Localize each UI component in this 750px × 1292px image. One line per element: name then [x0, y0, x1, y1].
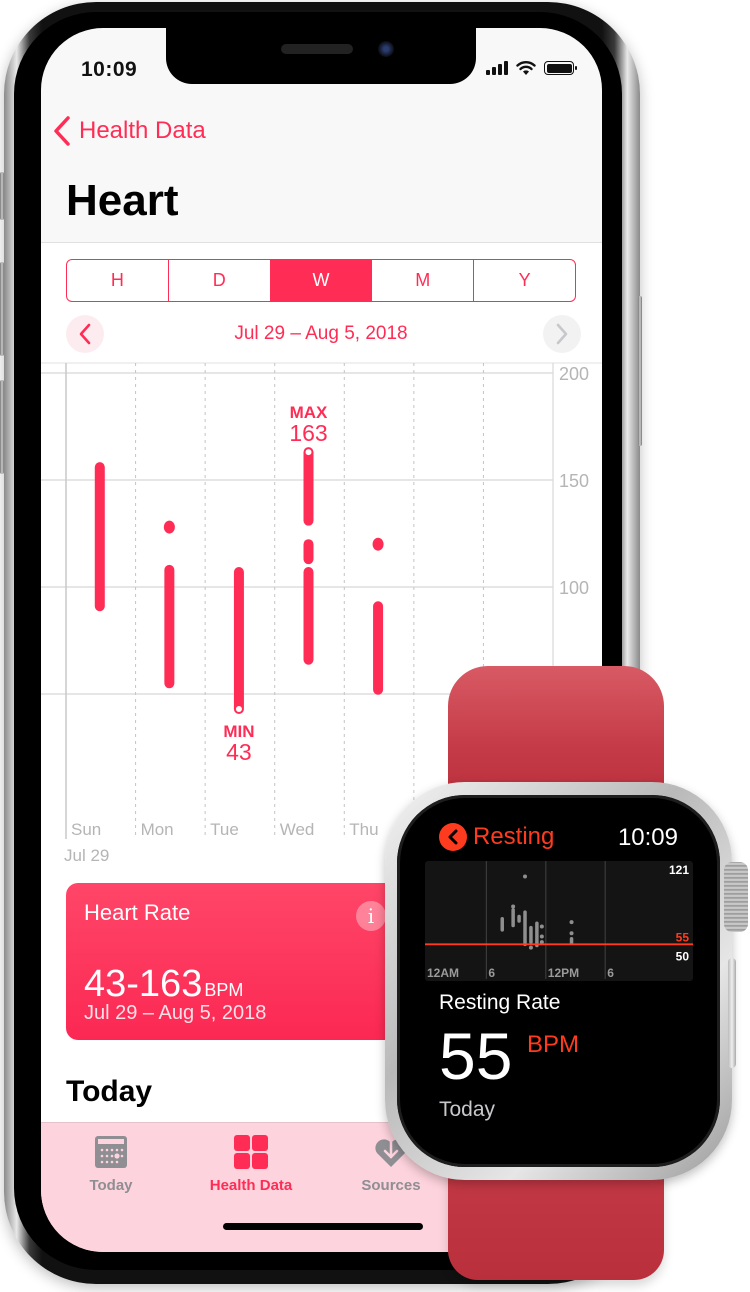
watch-resting-line-label: 55	[676, 930, 690, 944]
segment-month[interactable]: M	[372, 260, 475, 301]
x-tick-label-wed: Wed	[280, 820, 315, 839]
chevron-left-icon	[54, 116, 70, 146]
calendar-icon	[95, 1136, 127, 1168]
watch-y-min-label: 50	[676, 949, 690, 963]
y-tick-label: 150	[559, 471, 589, 491]
watch-x-label: 12PM	[548, 966, 579, 980]
resting-sample-dot	[511, 904, 516, 909]
power-button	[638, 296, 642, 446]
first-date-label: Jul 29	[64, 846, 109, 865]
resting-sample-dot	[523, 874, 528, 879]
tab-sources-label: Sources	[361, 1177, 421, 1194]
page-title: Heart	[66, 176, 179, 225]
extreme-marker	[305, 449, 312, 456]
resting-rate-period: Today	[439, 1098, 496, 1121]
watch-x-label: 12AM	[427, 966, 459, 980]
back-button-label: Health Data	[79, 117, 206, 144]
watch-time: 10:09	[617, 824, 678, 851]
volume-down-button	[0, 380, 4, 474]
segment-year[interactable]: Y	[474, 260, 575, 301]
chevron-right-icon	[556, 323, 568, 345]
notch	[166, 28, 476, 84]
grid-icon	[234, 1135, 268, 1169]
watch-x-label: 6	[607, 966, 614, 980]
info-icon[interactable]: i	[356, 901, 386, 931]
watch-x-label: 6	[488, 966, 495, 980]
resting-sample-dot	[539, 934, 544, 939]
y-tick-label: 100	[559, 578, 589, 598]
min-value: 43	[226, 739, 252, 765]
wifi-icon	[516, 61, 536, 75]
front-camera	[378, 41, 394, 57]
chevron-left-circle-icon	[439, 823, 467, 851]
x-tick-label-thu: Thu	[349, 820, 378, 839]
back-button[interactable]: Health Data	[53, 116, 206, 146]
tab-today-label: Today	[89, 1177, 133, 1194]
watch-back-button[interactable]: Resting	[439, 823, 554, 851]
card-title: Heart Rate	[84, 900, 191, 925]
watch-screen: Resting 10:09 121 55 50 12AM 6 12PM 6 Resting …	[397, 795, 720, 1167]
range-dot-mon	[163, 520, 175, 534]
cellular-signal-icon	[486, 61, 508, 75]
heart-rate-range: 43-163 BPM	[84, 963, 243, 1006]
battery-icon	[544, 61, 577, 75]
next-period-button[interactable]	[543, 315, 581, 353]
status-bar-icons	[486, 60, 577, 76]
extreme-marker	[235, 705, 242, 712]
resting-sample-dot	[528, 945, 533, 950]
range-dot-thu	[372, 537, 384, 551]
heart-rate-unit: BPM	[204, 980, 244, 1000]
digital-crown[interactable]	[724, 862, 748, 932]
watch-y-max-label: 121	[669, 863, 689, 877]
section-heading-today: Today	[66, 1075, 153, 1108]
y-tick-label: 200	[559, 364, 589, 384]
resting-rate-value: 55	[439, 1019, 513, 1093]
tab-health-data[interactable]: Health Data	[181, 1135, 321, 1194]
date-range-label: Jul 29 – Aug 5, 2018	[234, 323, 408, 344]
resting-rate-chart-svg: 121 55 50 12AM 6 12PM 6	[425, 861, 693, 980]
segment-week[interactable]: W	[270, 260, 373, 301]
heart-rate-value: 43-163	[84, 963, 203, 1005]
speaker-grille	[281, 44, 353, 54]
x-tick-label-mon: Mon	[141, 820, 174, 839]
tab-health-data-label: Health Data	[209, 1177, 293, 1194]
x-tick-label-sun: Sun	[71, 820, 101, 839]
status-bar-time: 10:09	[81, 58, 138, 81]
resting-rate-chart: 121 55 50 12AM 6 12PM 6	[425, 861, 693, 981]
resting-sample-dot	[569, 931, 574, 936]
resting-rate-label: Resting Rate	[439, 991, 561, 1014]
watch-side-button[interactable]	[728, 958, 736, 1068]
x-tick-label-tue: Tue	[210, 820, 239, 839]
date-navigator: Jul 29 – Aug 5, 2018	[66, 315, 581, 355]
resting-sample-dot	[539, 924, 544, 929]
segment-day[interactable]: D	[169, 260, 271, 301]
tab-today[interactable]: Today	[41, 1135, 181, 1194]
resting-sample-dot	[569, 920, 574, 925]
resting-rate-unit: BPM	[527, 1031, 580, 1058]
segment-hour[interactable]: H	[67, 260, 169, 301]
silent-switch	[0, 172, 4, 220]
heart-rate-date-range: Jul 29 – Aug 5, 2018	[84, 1002, 267, 1024]
max-value: 163	[289, 420, 327, 446]
home-indicator[interactable]	[223, 1223, 423, 1230]
watch-back-label: Resting	[473, 823, 555, 850]
time-range-segmented-control: H D W M Y	[66, 259, 576, 302]
volume-up-button	[0, 262, 4, 356]
